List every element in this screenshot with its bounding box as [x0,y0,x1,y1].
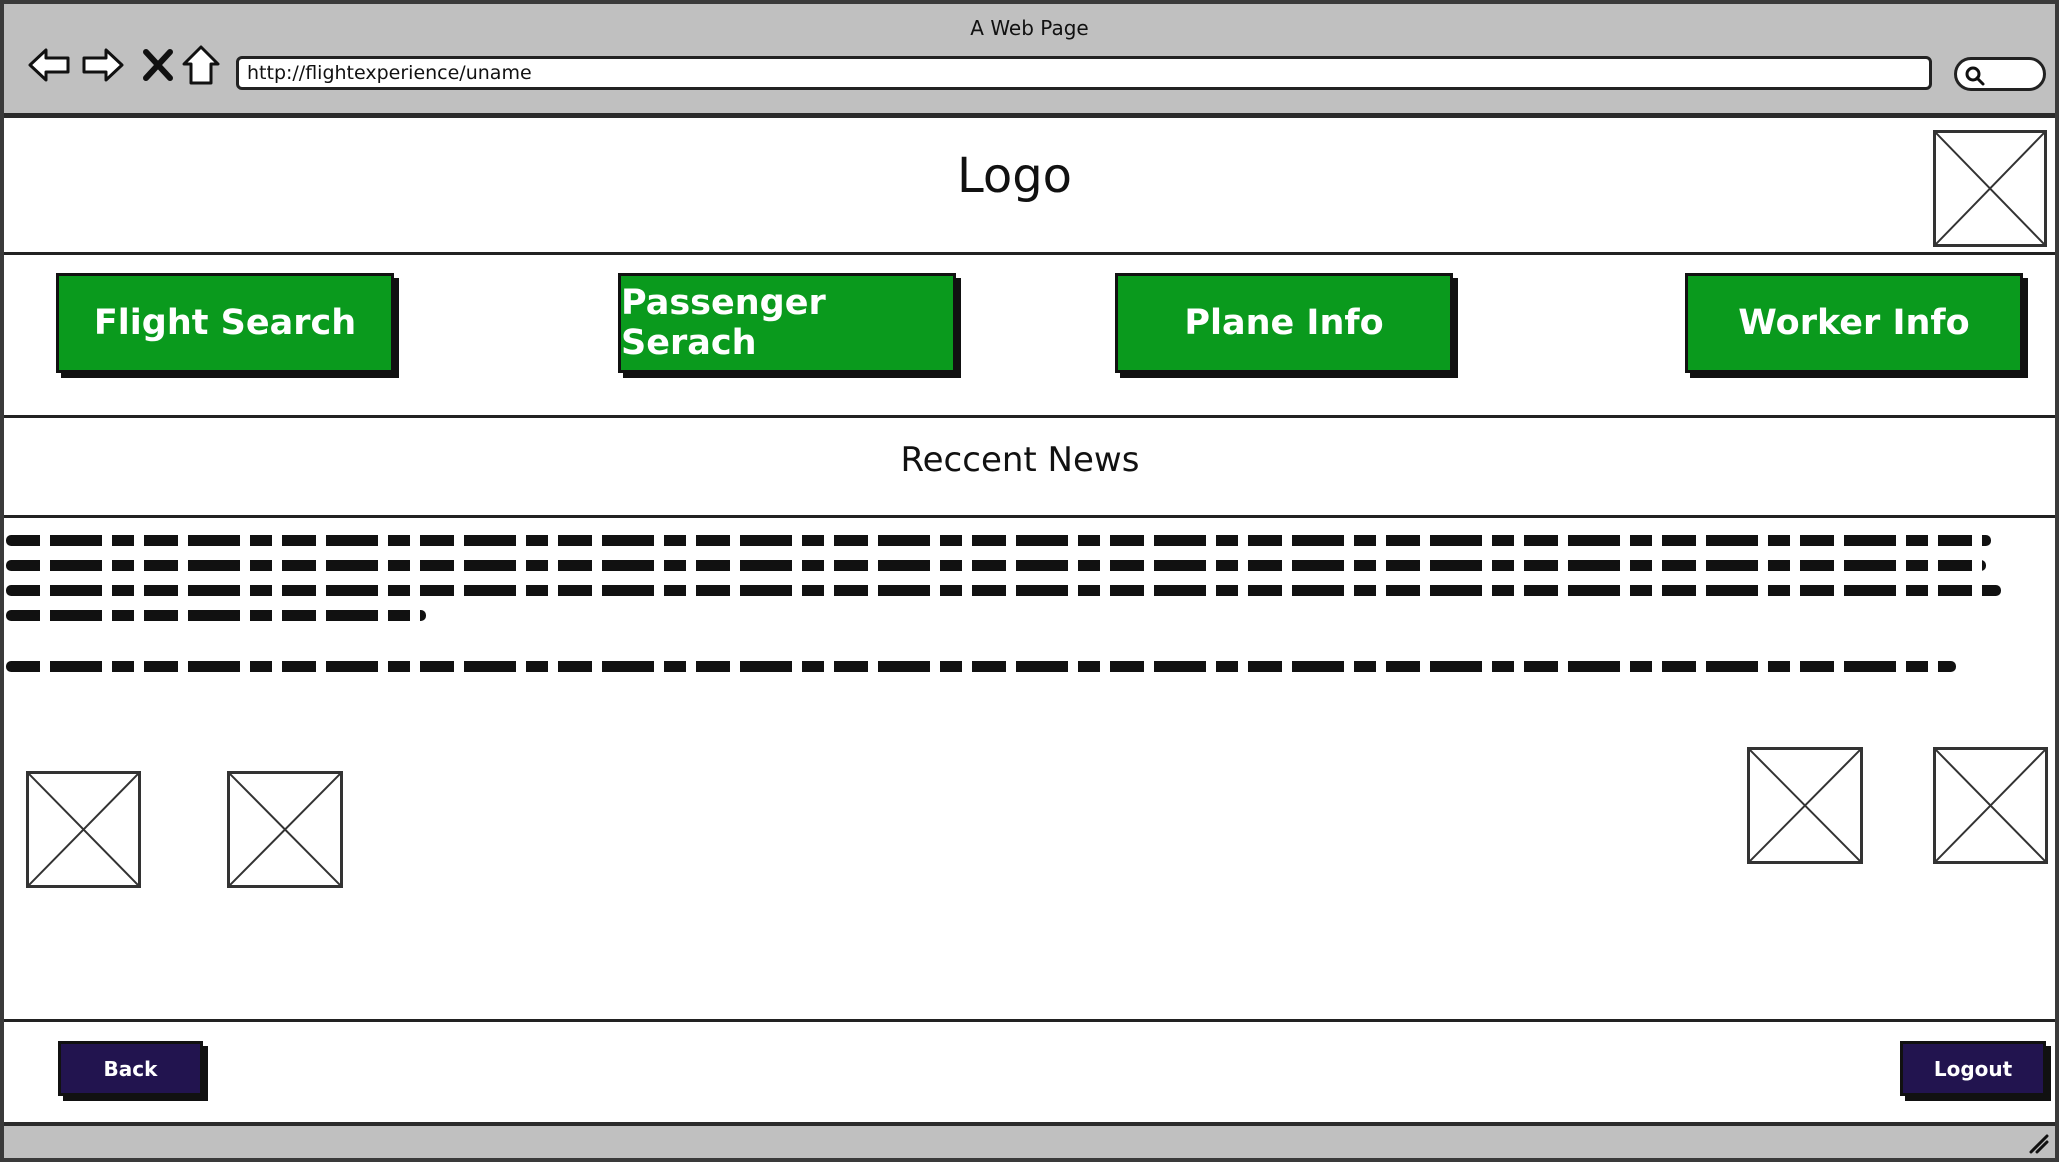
resize-grip-icon[interactable] [2027,1132,2049,1154]
news-text-line [6,585,2001,596]
back-button[interactable]: Back [58,1041,203,1096]
news-image-placeholder [26,771,141,888]
url-input[interactable]: http://flightexperience/uname [236,56,1932,90]
news-image-placeholder [1933,747,2048,864]
news-text-line [6,661,1956,672]
news-text-line [6,535,1991,546]
news-image-placeholder [1747,747,1863,864]
news-text-line [6,560,1986,571]
flight-search-button[interactable]: Flight Search [56,273,394,373]
browser-search-field[interactable] [1954,57,2046,91]
header-divider [4,252,2055,255]
news-image-placeholder [227,771,343,888]
nav-divider [4,415,2055,418]
header-image-placeholder [1933,130,2047,247]
browser-toolbar: A Web Page http://flightexperience/uname [4,4,2055,118]
logout-button[interactable]: Logout [1900,1041,2046,1096]
logo-text: Logo [956,148,1073,204]
passenger-search-button[interactable]: Passenger Serach [618,273,956,373]
forward-arrow-icon[interactable] [80,42,126,88]
back-arrow-icon[interactable] [26,42,72,88]
close-x-icon[interactable] [136,42,182,88]
home-icon[interactable] [178,42,224,88]
window-title: A Web Page [970,16,1089,40]
news-text-line [6,610,426,621]
news-heading-divider [4,515,2055,518]
news-heading: Reccent News [900,440,1140,480]
worker-info-button[interactable]: Worker Info [1685,273,2023,373]
plane-info-button[interactable]: Plane Info [1115,273,1453,373]
browser-status-bar [4,1122,2055,1158]
search-icon [1965,66,1985,86]
footer-divider [4,1019,2055,1022]
